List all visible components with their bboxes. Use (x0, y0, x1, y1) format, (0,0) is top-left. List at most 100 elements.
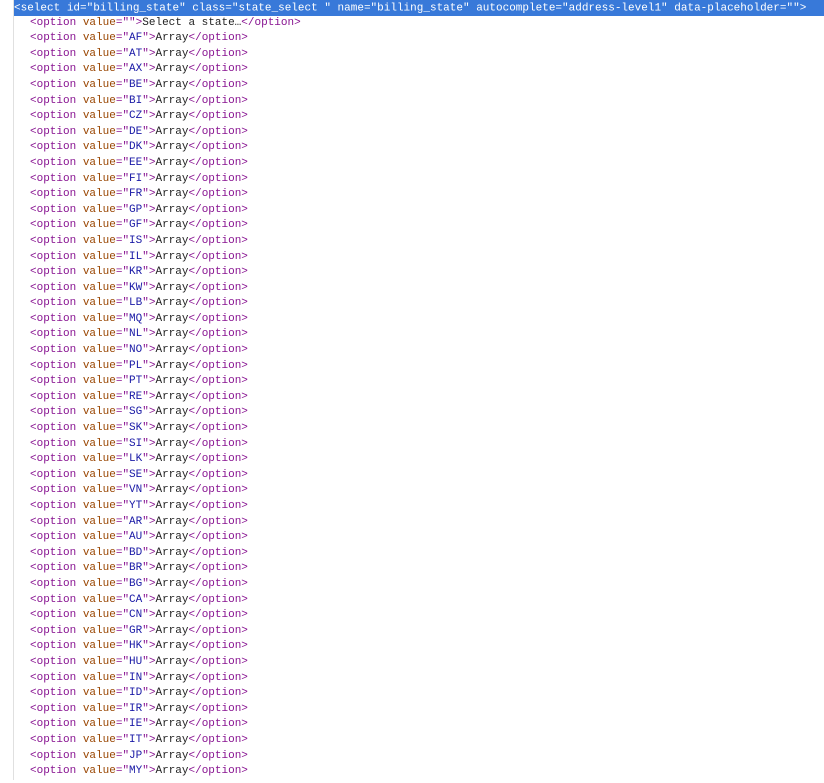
option-row[interactable]: <option value="GR">Array</option> (0, 624, 824, 640)
option-text: Array (155, 141, 188, 153)
attr-quote: " (142, 640, 149, 652)
option-row[interactable]: <option value="DK">Array</option> (0, 140, 824, 156)
option-text: Array (155, 360, 188, 372)
option-tag-name: option (37, 438, 77, 450)
option-row[interactable]: <option value="NO">Array</option> (0, 343, 824, 359)
option-row[interactable]: <option value="BE">Array</option> (0, 78, 824, 94)
option-close-tag: option (202, 609, 242, 621)
option-row[interactable]: <option value="VN">Array</option> (0, 483, 824, 499)
option-row[interactable]: <option value="SE">Array</option> (0, 468, 824, 484)
option-row[interactable]: <option value="NL">Array</option> (0, 327, 824, 343)
attr-value: LK (129, 453, 142, 465)
angle-bracket: </ (188, 266, 201, 278)
attr-value: BE (129, 79, 142, 91)
option-row[interactable]: <option value="AX">Array</option> (0, 62, 824, 78)
attr-eq: =" (116, 282, 129, 294)
attr-eq: =" (116, 251, 129, 263)
option-row[interactable]: <option value="IR">Array</option> (0, 702, 824, 718)
option-row[interactable]: <option value="HK">Array</option> (0, 639, 824, 655)
option-row[interactable]: <option value="CN">Array</option> (0, 608, 824, 624)
option-row[interactable]: <option value="PT">Array</option> (0, 374, 824, 390)
option-row[interactable]: <option value="DE">Array</option> (0, 125, 824, 141)
option-row[interactable]: <option value="AU">Array</option> (0, 530, 824, 546)
option-row[interactable]: <option value="MQ">Array</option> (0, 312, 824, 328)
option-row[interactable]: <option value="IL">Array</option> (0, 250, 824, 266)
option-row[interactable]: <option value="IT">Array</option> (0, 733, 824, 749)
option-row[interactable]: <option value="BI">Array</option> (0, 94, 824, 110)
option-tag-name: option (37, 687, 77, 699)
option-tag-name: option (37, 157, 77, 169)
option-row[interactable]: <option value="RE">Array</option> (0, 390, 824, 406)
option-row[interactable]: <option value="MY">Array</option> (0, 764, 824, 780)
option-row[interactable]: <option value="ID">Array</option> (0, 686, 824, 702)
select-element-row[interactable]: ▼<select id="billing_state" class="state… (0, 0, 824, 16)
option-row[interactable]: <option value="AR">Array</option> (0, 515, 824, 531)
option-row[interactable]: <option value="IN">Array</option> (0, 671, 824, 687)
attr-value: NO (129, 344, 142, 356)
attr-eq: =" (116, 672, 129, 684)
option-row[interactable]: <option value="LB">Array</option> (0, 296, 824, 312)
option-row[interactable]: <option value="JP">Array</option> (0, 749, 824, 765)
option-text: Array (155, 375, 188, 387)
option-row[interactable]: <option value="CA">Array</option> (0, 593, 824, 609)
option-tag-name: option (37, 469, 77, 481)
option-text: Array (155, 235, 188, 247)
angle-bracket: > (241, 297, 248, 309)
attr-quote: " (793, 3, 800, 15)
option-row[interactable]: <option value="BD">Array</option> (0, 546, 824, 562)
option-row[interactable]: <option value="YT">Array</option> (0, 499, 824, 515)
dom-inspector-panel[interactable]: ▼<select id="billing_state" class="state… (0, 0, 824, 780)
angle-bracket: < (30, 453, 37, 465)
angle-bracket: </ (188, 422, 201, 434)
option-row[interactable]: <option value="AF">Array</option> (0, 31, 824, 47)
option-row[interactable]: <option value="BG">Array</option> (0, 577, 824, 593)
option-row[interactable]: <option value="IE">Array</option> (0, 717, 824, 733)
expand-toggle-icon[interactable]: ▼ (4, 0, 14, 15)
attr-name: value (83, 609, 116, 621)
angle-bracket: > (241, 204, 248, 216)
option-row[interactable]: <option value="LK">Array</option> (0, 452, 824, 468)
attr-value: BR (129, 562, 142, 574)
space (76, 110, 83, 122)
dom-tree[interactable]: ▼<select id="billing_state" class="state… (0, 0, 824, 780)
angle-bracket: < (30, 344, 37, 356)
option-row[interactable]: <option value="BR">Array</option> (0, 561, 824, 577)
option-row[interactable]: <option value="AT">Array</option> (0, 47, 824, 63)
option-row[interactable]: <option value="SG">Array</option> (0, 405, 824, 421)
attr-value: PL (129, 360, 142, 372)
attr-value: FI (129, 173, 142, 185)
space (76, 765, 83, 777)
option-tag-name: option (37, 547, 77, 559)
angle-bracket: > (241, 672, 248, 684)
option-tag-name: option (37, 266, 77, 278)
option-row-placeholder[interactable]: <option value="">Select a state…</option… (0, 16, 824, 32)
attr-eq: =" (116, 360, 129, 372)
option-row[interactable]: <option value="FI">Array</option> (0, 172, 824, 188)
angle-bracket: > (241, 110, 248, 122)
option-row[interactable]: <option value="GF">Array</option> (0, 218, 824, 234)
option-close-tag: option (202, 625, 242, 637)
option-row[interactable]: <option value="IS">Array</option> (0, 234, 824, 250)
option-row[interactable]: <option value="SI">Array</option> (0, 437, 824, 453)
option-text: Array (155, 531, 188, 543)
option-row[interactable]: <option value="PL">Array</option> (0, 359, 824, 375)
option-row[interactable]: <option value="GP">Array</option> (0, 203, 824, 219)
angle-bracket: </ (188, 157, 201, 169)
option-tag-name: option (37, 328, 77, 340)
option-row[interactable]: <option value="FR">Array</option> (0, 187, 824, 203)
space (60, 3, 67, 15)
option-row[interactable]: <option value="CZ">Array</option> (0, 109, 824, 125)
attr-quote: " (142, 703, 149, 715)
option-row[interactable]: <option value="EE">Array</option> (0, 156, 824, 172)
option-row[interactable]: <option value="SK">Array</option> (0, 421, 824, 437)
option-row[interactable]: <option value="KW">Array</option> (0, 281, 824, 297)
attr-value: SK (129, 422, 142, 434)
option-row[interactable]: <option value="KR">Array</option> (0, 265, 824, 281)
space (76, 516, 83, 528)
option-close-tag: option (202, 188, 242, 200)
attr-name: value (83, 375, 116, 387)
attr-eq: =" (116, 594, 129, 606)
space (76, 453, 83, 465)
attr-value: GF (129, 219, 142, 231)
option-row[interactable]: <option value="HU">Array</option> (0, 655, 824, 671)
